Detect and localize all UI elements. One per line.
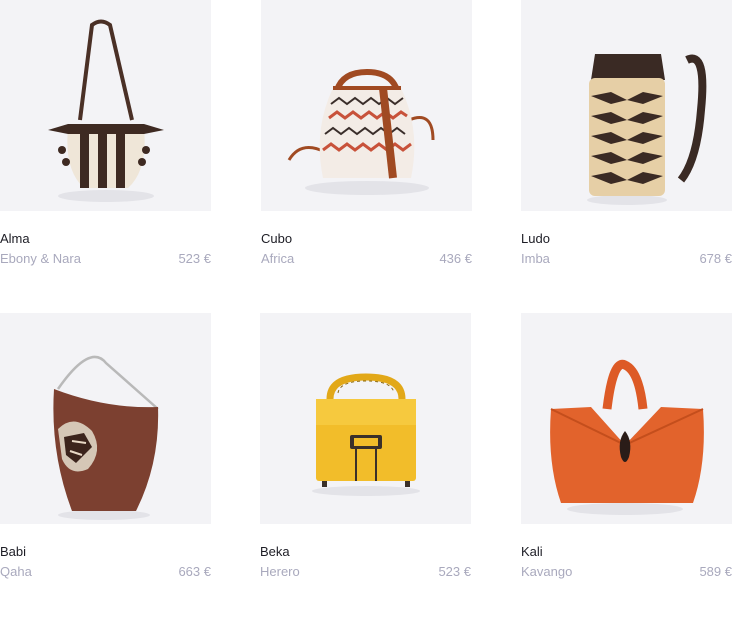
product-price: 523 € xyxy=(438,564,471,579)
product-variant: Africa xyxy=(261,251,295,266)
product-image-beka[interactable] xyxy=(260,313,471,524)
product-name[interactable]: Kali xyxy=(521,544,543,559)
product-name[interactable]: Beka xyxy=(260,544,290,559)
product-name[interactable]: Cubo xyxy=(261,231,292,246)
product-variant: Qaha xyxy=(0,564,32,579)
product-price: 589 € xyxy=(699,564,732,579)
product-image-alma[interactable] xyxy=(0,0,211,211)
product-name[interactable]: Ludo xyxy=(521,231,550,246)
product-price: 523 € xyxy=(178,251,211,266)
product-image-babi[interactable] xyxy=(0,313,211,524)
product-image-kali[interactable] xyxy=(521,313,732,524)
product-name[interactable]: Babi xyxy=(0,544,26,559)
product-image-cubo[interactable] xyxy=(261,0,472,211)
product-image-ludo[interactable] xyxy=(521,0,732,211)
product-price: 663 € xyxy=(178,564,211,579)
product-variant: Herero xyxy=(260,564,300,579)
product-variant: Imba xyxy=(521,251,550,266)
product-variant: Ebony & Nara xyxy=(0,251,81,266)
product-price: 678 € xyxy=(699,251,732,266)
product-variant: Kavango xyxy=(521,564,573,579)
product-price: 436 € xyxy=(439,251,472,266)
product-name[interactable]: Alma xyxy=(0,231,30,246)
